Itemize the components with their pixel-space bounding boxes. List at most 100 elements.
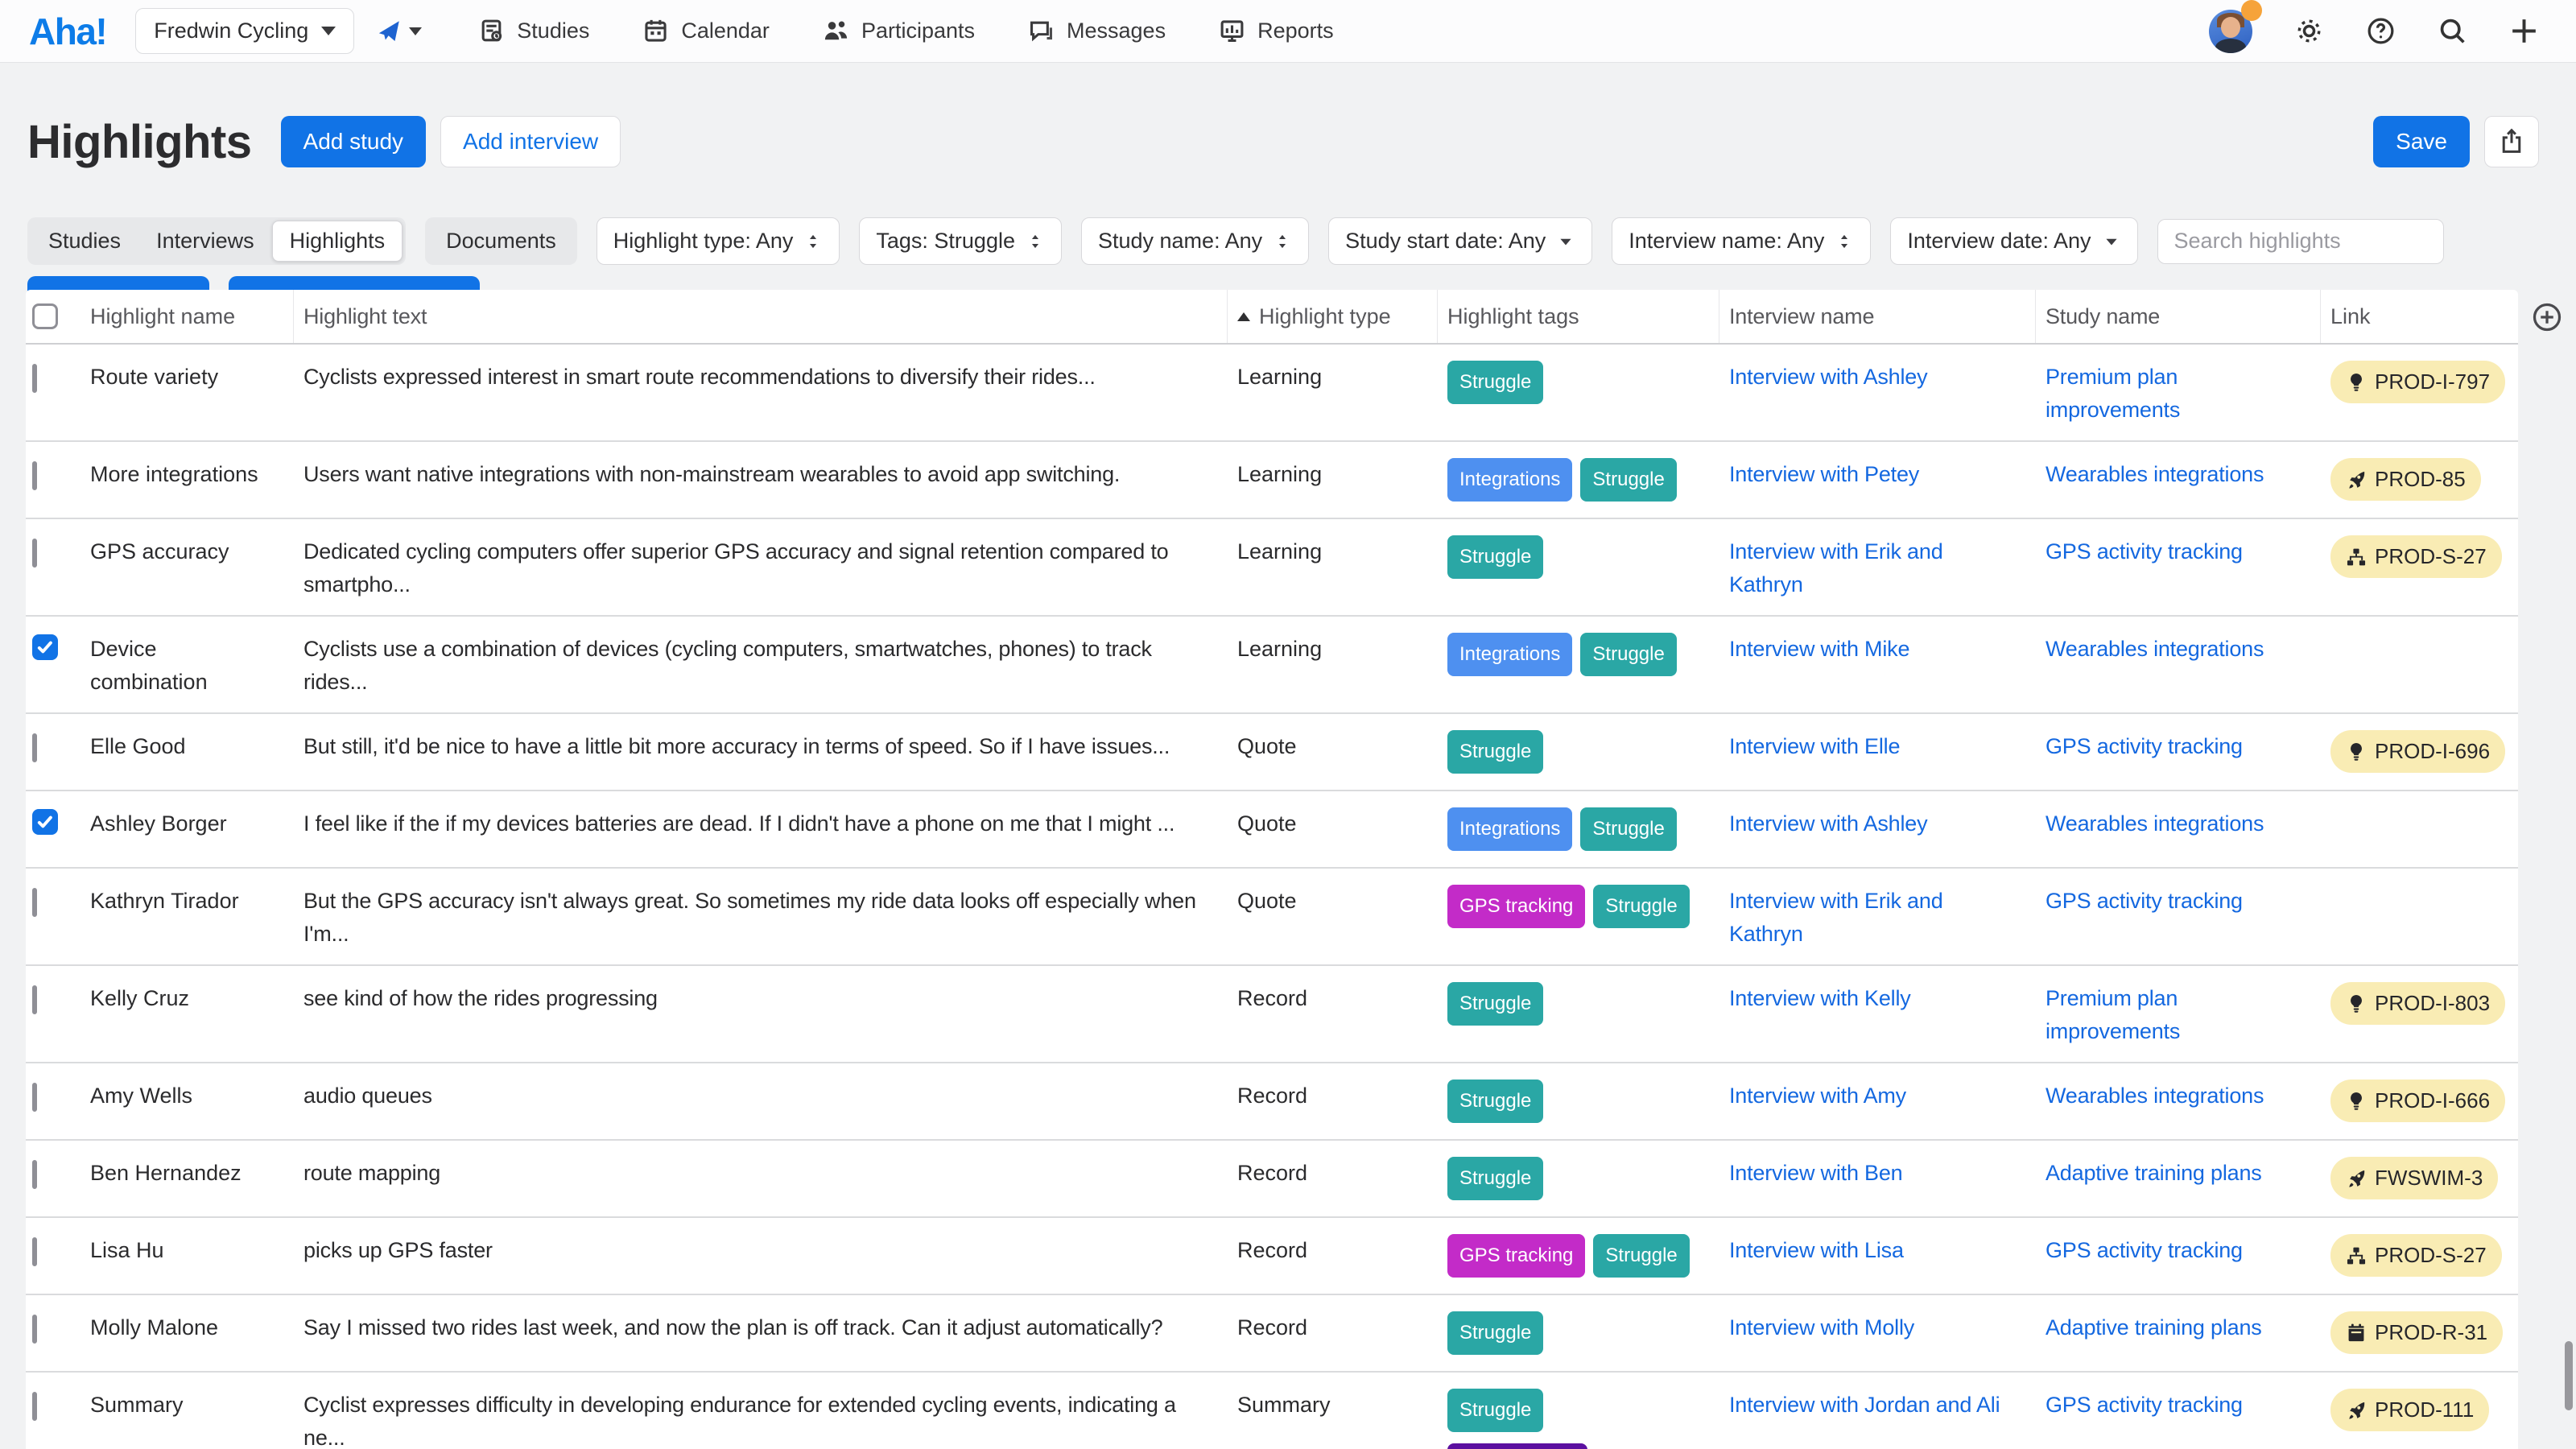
tag-struggle[interactable]: Struggle bbox=[1580, 633, 1676, 676]
record-link-chip[interactable]: PROD-I-696 bbox=[2330, 730, 2505, 773]
interview-link[interactable]: Interview with Amy bbox=[1729, 1084, 1906, 1108]
highlight-name[interactable]: Summary bbox=[80, 1389, 294, 1422]
column-header-link[interactable]: Link bbox=[2321, 290, 2518, 343]
row-checkbox[interactable] bbox=[32, 1237, 37, 1266]
highlight-name[interactable]: GPS accuracy bbox=[80, 535, 294, 568]
study-link[interactable]: Wearables integrations bbox=[2046, 637, 2264, 661]
study-link[interactable]: GPS activity tracking bbox=[2046, 539, 2243, 564]
column-header-study-name[interactable]: Study name bbox=[2036, 290, 2321, 343]
row-checkbox[interactable] bbox=[32, 1392, 37, 1421]
highlight-text[interactable]: Dedicated cycling computers offer superi… bbox=[294, 535, 1228, 601]
record-link-chip[interactable]: PROD-I-666 bbox=[2330, 1080, 2505, 1122]
study-link[interactable]: Adaptive training plans bbox=[2046, 1161, 2262, 1185]
highlight-name[interactable]: More integrations bbox=[80, 458, 294, 491]
vertical-scrollbar-thumb[interactable] bbox=[2565, 1341, 2573, 1410]
select-all-checkbox[interactable] bbox=[32, 303, 58, 329]
tag-integrations[interactable]: Integrations bbox=[1447, 458, 1572, 502]
interview-link[interactable]: Interview with Molly bbox=[1729, 1315, 1914, 1340]
interview-link[interactable]: Interview with Ashley bbox=[1729, 365, 1927, 389]
highlight-text[interactable]: see kind of how the rides progressing bbox=[294, 982, 1228, 1015]
tab-studies[interactable]: Studies bbox=[31, 221, 138, 262]
highlight-text[interactable]: But the GPS accuracy isn't always great.… bbox=[294, 885, 1228, 950]
row-checkbox[interactable] bbox=[32, 888, 37, 917]
share-export-button[interactable] bbox=[2484, 116, 2539, 167]
filter-interview-date[interactable]: Interview date: Any bbox=[1890, 217, 2137, 265]
workspace-selector[interactable]: Fredwin Cycling bbox=[135, 8, 354, 54]
tag-struggle[interactable]: Struggle bbox=[1593, 885, 1689, 928]
row-checkbox[interactable] bbox=[32, 1160, 37, 1189]
filter-study-start-date[interactable]: Study start date: Any bbox=[1328, 217, 1592, 265]
study-link[interactable]: Wearables integrations bbox=[2046, 462, 2264, 486]
help-icon[interactable] bbox=[2366, 16, 2396, 46]
highlight-name[interactable]: Kelly Cruz bbox=[80, 982, 294, 1015]
row-checkbox[interactable] bbox=[32, 985, 37, 1014]
tag-struggle[interactable]: Struggle bbox=[1593, 1234, 1689, 1278]
record-link-chip[interactable]: PROD-S-27 bbox=[2330, 535, 2502, 578]
search-icon[interactable] bbox=[2438, 16, 2467, 46]
highlight-text[interactable]: Cyclist expresses difficulty in developi… bbox=[294, 1389, 1228, 1449]
highlight-text[interactable]: I feel like if the if my devices batteri… bbox=[294, 807, 1228, 840]
tab-documents[interactable]: Documents bbox=[425, 217, 577, 265]
highlight-name[interactable]: Ben Hernandez bbox=[80, 1157, 294, 1190]
filter-interview-name[interactable]: Interview name: Any bbox=[1612, 217, 1871, 265]
tag-struggle[interactable]: Struggle bbox=[1447, 1157, 1543, 1200]
record-link-chip[interactable]: PROD-85 bbox=[2330, 458, 2481, 501]
nav-item-participants[interactable]: Participants bbox=[823, 18, 975, 44]
highlight-name[interactable]: Molly Malone bbox=[80, 1311, 294, 1344]
interview-link[interactable]: Interview with Erik and Kathryn bbox=[1729, 539, 1943, 597]
column-header-highlight-text[interactable]: Highlight text bbox=[294, 290, 1228, 343]
tag-gps-tracking[interactable]: GPS tracking bbox=[1447, 1234, 1585, 1278]
interview-link[interactable]: Interview with Jordan and Ali bbox=[1729, 1393, 2000, 1417]
record-link-chip[interactable]: PROD-S-27 bbox=[2330, 1234, 2502, 1277]
row-checkbox[interactable] bbox=[32, 809, 58, 835]
row-checkbox[interactable] bbox=[32, 733, 37, 762]
study-link[interactable]: Premium plan improvements bbox=[2046, 986, 2180, 1043]
highlight-text[interactable]: Cyclists use a combination of devices (c… bbox=[294, 633, 1228, 698]
highlight-name[interactable]: Kathryn Tirador bbox=[80, 885, 294, 918]
highlight-text[interactable]: Say I missed two rides last week, and no… bbox=[294, 1311, 1228, 1344]
highlight-text[interactable]: picks up GPS faster bbox=[294, 1234, 1228, 1267]
record-link-chip[interactable]: PROD-R-31 bbox=[2330, 1311, 2503, 1354]
interview-link[interactable]: Interview with Kelly bbox=[1729, 986, 1911, 1010]
column-header-highlight-type[interactable]: Highlight type bbox=[1228, 290, 1438, 343]
highlight-text[interactable]: route mapping bbox=[294, 1157, 1228, 1190]
highlight-name[interactable]: Amy Wells bbox=[80, 1080, 294, 1113]
row-checkbox[interactable] bbox=[32, 461, 37, 490]
interview-link[interactable]: Interview with Elle bbox=[1729, 734, 1900, 758]
tag-gps-tracking[interactable]: GPS tracking bbox=[1447, 885, 1585, 928]
study-link[interactable]: Wearables integrations bbox=[2046, 811, 2264, 836]
filter-highlight-type[interactable]: Highlight type: Any bbox=[597, 217, 840, 265]
record-link-chip[interactable]: PROD-I-797 bbox=[2330, 361, 2505, 403]
nav-item-studies[interactable]: Studies bbox=[478, 18, 589, 44]
study-link[interactable]: Wearables integrations bbox=[2046, 1084, 2264, 1108]
add-column-button[interactable] bbox=[2531, 301, 2563, 333]
nav-item-messages[interactable]: Messages bbox=[1028, 18, 1166, 44]
add-study-button[interactable]: Add study bbox=[281, 116, 427, 167]
user-avatar[interactable] bbox=[2209, 10, 2252, 53]
study-link[interactable]: GPS activity tracking bbox=[2046, 889, 2243, 913]
interview-link[interactable]: Interview with Petey bbox=[1729, 462, 1919, 486]
column-header-highlight-tags[interactable]: Highlight tags bbox=[1438, 290, 1719, 343]
tag-struggle[interactable]: Struggle bbox=[1447, 1389, 1543, 1432]
record-link-chip[interactable]: FWSWIM-3 bbox=[2330, 1157, 2498, 1199]
aha-logo[interactable]: Aha! bbox=[29, 10, 106, 53]
study-link[interactable]: Premium plan improvements bbox=[2046, 365, 2180, 422]
row-checkbox[interactable] bbox=[32, 634, 58, 660]
interview-link[interactable]: Interview with Ben bbox=[1729, 1161, 1903, 1185]
save-button[interactable]: Save bbox=[2373, 116, 2470, 167]
add-interview-button[interactable]: Add interview bbox=[440, 116, 621, 167]
tag-struggle[interactable]: Struggle bbox=[1580, 807, 1676, 851]
row-checkbox[interactable] bbox=[32, 1083, 37, 1112]
highlight-text[interactable]: Users want native integrations with non-… bbox=[294, 458, 1228, 491]
tag-subscriptions[interactable]: Subscriptions bbox=[1447, 1443, 1587, 1449]
highlight-text[interactable]: But still, it'd be nice to have a little… bbox=[294, 730, 1228, 763]
tag-struggle[interactable]: Struggle bbox=[1447, 1311, 1543, 1355]
tab-highlights[interactable]: Highlights bbox=[272, 221, 403, 262]
tab-interviews[interactable]: Interviews bbox=[138, 221, 272, 262]
tag-struggle[interactable]: Struggle bbox=[1447, 982, 1543, 1026]
interview-link[interactable]: Interview with Ashley bbox=[1729, 811, 1927, 836]
nav-item-reports[interactable]: Reports bbox=[1219, 18, 1334, 44]
interview-link[interactable]: Interview with Lisa bbox=[1729, 1238, 1904, 1262]
nav-item-calendar[interactable]: Calendar bbox=[642, 18, 770, 44]
record-link-chip[interactable]: PROD-111 bbox=[2330, 1389, 2489, 1431]
